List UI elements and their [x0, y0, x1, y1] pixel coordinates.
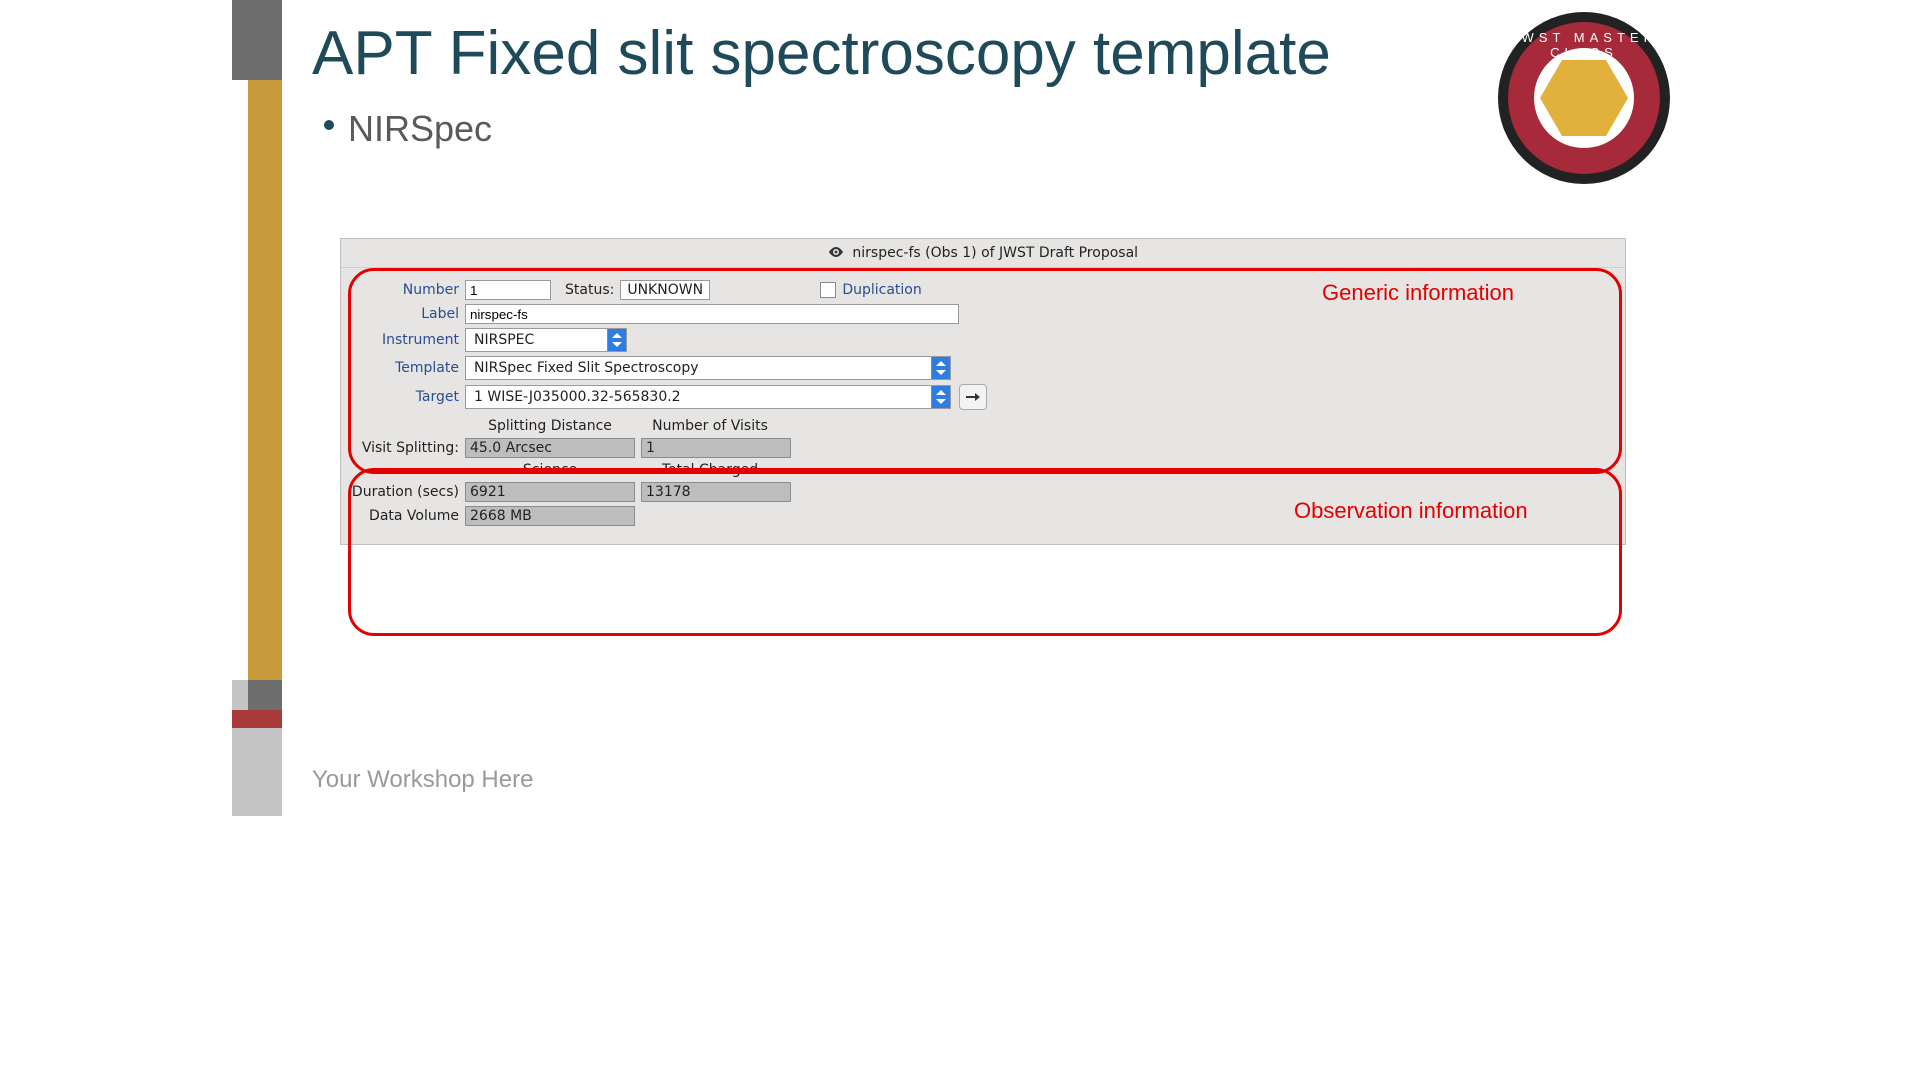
chevron-updown-icon — [607, 329, 626, 351]
subtitle: NIRSpec — [348, 108, 492, 150]
chevron-updown-icon — [931, 357, 950, 379]
instrument-select[interactable]: NIRSPEC — [465, 328, 627, 352]
row-target: Target 1 WISE-J035000.32-565830.2 — [349, 384, 1617, 410]
data-volume-value: 2668 MB — [465, 506, 635, 526]
science-secs-value: 6921 — [465, 482, 635, 502]
row-label: Label — [349, 304, 1617, 324]
apt-header-text: nirspec-fs (Obs 1) of JWST Draft Proposa… — [852, 245, 1138, 261]
row-instrument: Instrument NIRSPEC — [349, 328, 1617, 352]
col-splitting-distance: Splitting Distance — [465, 418, 635, 434]
splitting-distance-value: 45.0 Arcsec — [465, 438, 635, 458]
page-title: APT Fixed slit spectroscopy template — [312, 18, 1331, 89]
label-label: Label — [349, 306, 459, 322]
label-duration: Duration (secs) — [349, 484, 459, 500]
bullet-icon — [324, 120, 334, 130]
label-status: Status: — [565, 282, 614, 298]
chevron-updown-icon — [931, 386, 950, 408]
total-charged-secs-value: 13178 — [641, 482, 791, 502]
target-select[interactable]: 1 WISE-J035000.32-565830.2 — [465, 385, 951, 409]
duplication-link[interactable]: Duplication — [842, 282, 921, 298]
label-instrument: Instrument — [349, 332, 459, 348]
label-number: Number — [349, 282, 459, 298]
status-value: UNKNOWN — [620, 280, 710, 300]
instrument-value: NIRSPEC — [474, 332, 534, 348]
row-duration-headers: Science Total Charged — [349, 462, 1617, 478]
template-select[interactable]: NIRSpec Fixed Slit Spectroscopy — [465, 356, 951, 380]
slide: JWST MASTER CLASS APT Fixed slit spectro… — [232, 0, 1688, 816]
apt-panel-header: nirspec-fs (Obs 1) of JWST Draft Proposa… — [341, 239, 1625, 268]
annotation-label-observation: Observation information — [1294, 498, 1528, 524]
number-visits-value: 1 — [641, 438, 791, 458]
row-visit-splitting: Visit Splitting: 45.0 Arcsec 1 — [349, 438, 1617, 458]
target-go-button[interactable] — [959, 384, 987, 410]
arrow-right-icon — [966, 391, 980, 403]
col-number-visits: Number of Visits — [635, 418, 785, 434]
duplication-checkbox[interactable] — [820, 282, 836, 298]
label-data-volume: Data Volume — [349, 508, 459, 524]
label-template: Template — [349, 360, 459, 376]
col-total-charged: Total Charged — [635, 462, 785, 478]
row-template: Template NIRSpec Fixed Slit Spectroscopy — [349, 356, 1617, 380]
eye-icon — [828, 239, 844, 267]
row-visit-headers: Splitting Distance Number of Visits — [349, 418, 1617, 434]
label-visit-splitting: Visit Splitting: — [349, 440, 459, 456]
col-science: Science — [465, 462, 635, 478]
target-value: 1 WISE-J035000.32-565830.2 — [474, 389, 681, 405]
decor-bar — [232, 710, 282, 728]
logo-text: JWST MASTER CLASS — [1510, 30, 1658, 60]
decor-bar — [232, 0, 282, 80]
label-target: Target — [349, 389, 459, 405]
annotation-label-generic: Generic information — [1322, 280, 1514, 306]
number-input[interactable] — [465, 280, 551, 300]
jwst-master-class-logo: JWST MASTER CLASS — [1498, 12, 1670, 184]
template-value: NIRSpec Fixed Slit Spectroscopy — [474, 360, 699, 376]
footer-text: Your Workshop Here — [312, 766, 533, 794]
label-input[interactable] — [465, 304, 959, 324]
decor-bar — [248, 80, 282, 680]
